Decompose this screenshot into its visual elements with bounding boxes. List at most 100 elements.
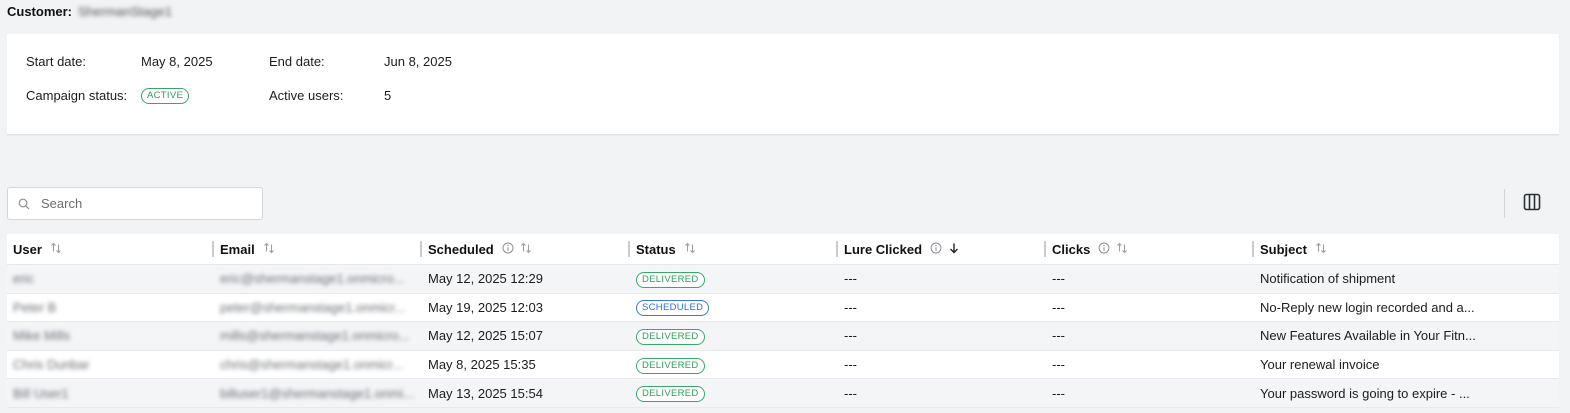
cell-scheduled: May 12, 2025 15:07 [428, 328, 543, 344]
info-icon[interactable] [930, 242, 942, 257]
status-badge: DELIVERED [636, 357, 705, 374]
column-header-label: Clicks [1052, 241, 1091, 257]
column-header-label: User [13, 241, 42, 257]
campaign-status-cell: ACTIVE [141, 86, 269, 104]
search-input[interactable] [41, 196, 251, 211]
sort-icon[interactable] [520, 242, 532, 257]
cell-subject: New Features Available in Your Fitn... [1260, 328, 1476, 344]
cell-scheduled: May 13, 2025 15:54 [428, 385, 543, 401]
status-badge: DELIVERED [636, 386, 705, 403]
start-date-value: May 8, 2025 [141, 54, 213, 69]
sort-icon[interactable] [263, 242, 275, 257]
column-header-label: Scheduled [428, 241, 494, 257]
campaign-status-badge: ACTIVE [141, 88, 190, 104]
cell-user: Bill User1 [13, 385, 69, 401]
cell-subject: Your password is going to expire - ... [1260, 385, 1470, 401]
table-row[interactable]: Mike Mills mills@shermanstage1.onmicro...… [7, 322, 1559, 351]
table-row[interactable]: Chris Dunbar chris@shermanstage1.onmicr..… [7, 351, 1559, 380]
campaign-summary-card: Start date: May 8, 2025 End date: Jun 8,… [7, 34, 1559, 135]
column-header-scheduled[interactable]: Scheduled [422, 234, 630, 264]
cell-lure-clicked: --- [844, 271, 857, 287]
column-header-icons [50, 242, 62, 257]
cell-user: Chris Dunbar [13, 357, 90, 373]
column-header-email[interactable]: Email [214, 234, 422, 264]
customer-label: Customer: [7, 4, 73, 19]
cell-status: DELIVERED [630, 270, 838, 288]
sort-descending-icon[interactable] [948, 242, 960, 257]
cell-scheduled: May 12, 2025 12:29 [428, 271, 543, 287]
column-header-icons [930, 242, 960, 257]
cell-clicks: --- [1052, 299, 1065, 315]
search-box[interactable] [7, 187, 263, 220]
column-header-icons [1098, 242, 1128, 257]
cell-lure-clicked: --- [844, 328, 857, 344]
toolbar-divider [1504, 189, 1505, 218]
column-header-label: Subject [1260, 241, 1307, 257]
search-icon [18, 198, 30, 210]
column-header-label: Email [220, 241, 255, 257]
table-body: eric eric@shermanstage1.onmicro... May 12,… [7, 265, 1559, 408]
info-icon[interactable] [502, 242, 514, 257]
status-badge: SCHEDULED [636, 300, 710, 317]
cell-clicks: --- [1052, 328, 1065, 344]
info-icon[interactable] [1098, 242, 1110, 257]
status-badge: DELIVERED [636, 328, 705, 345]
sort-icon[interactable] [1315, 242, 1327, 257]
cell-lure-clicked: --- [844, 357, 857, 373]
column-header-subject[interactable]: Subject [1254, 234, 1559, 264]
cell-scheduled: May 8, 2025 15:35 [428, 357, 536, 373]
column-header-icons [502, 242, 532, 257]
column-header-user[interactable]: User [7, 234, 214, 264]
cell-email: peter@shermanstage1.onmicr... [220, 299, 406, 315]
cell-subject: Your renewal invoice [1260, 357, 1380, 373]
cell-email: eric@shermanstage1.onmicro... [220, 271, 405, 287]
campaign-results-table: User Email Scheduled Status Lure Clicked Clic… [7, 234, 1559, 408]
summary-row-dates: Start date: May 8, 2025 End date: Jun 8,… [26, 54, 512, 69]
column-header-label: Lure Clicked [844, 241, 923, 257]
start-date-label: Start date: [26, 54, 86, 69]
table-row[interactable]: eric eric@shermanstage1.onmicro... May 12,… [7, 265, 1559, 294]
cell-clicks: --- [1052, 271, 1065, 287]
columns-icon [1523, 193, 1541, 214]
sort-icon[interactable] [50, 242, 62, 257]
cell-status: DELIVERED [630, 327, 838, 345]
end-date-label: End date: [269, 54, 325, 69]
column-header-clicks[interactable]: Clicks [1046, 234, 1254, 264]
cell-clicks: --- [1052, 357, 1065, 373]
cell-email: mills@shermanstage1.onmicro... [220, 328, 410, 344]
cell-status: SCHEDULED [630, 298, 838, 317]
summary-row-status: Campaign status: ACTIVE Active users: 5 [26, 86, 512, 104]
cell-email: chris@shermanstage1.onmicr... [220, 357, 403, 373]
sort-icon[interactable] [684, 242, 696, 257]
active-users-label: Active users: [269, 87, 344, 103]
table-header: User Email Scheduled Status Lure Clicked Clic… [7, 234, 1559, 265]
column-settings-button[interactable] [1520, 193, 1544, 213]
cell-status: DELIVERED [630, 384, 838, 403]
cell-email: billuser1@shermanstage1.onmi... [220, 385, 414, 401]
column-header-status[interactable]: Status [630, 234, 838, 264]
status-badge: DELIVERED [636, 271, 705, 288]
table-row[interactable]: Bill User1 billuser1@shermanstage1.onmi..… [7, 379, 1559, 408]
customer-header: Customer: ShermanStage1 [7, 4, 172, 19]
cell-scheduled: May 19, 2025 12:03 [428, 299, 543, 315]
customer-name: ShermanStage1 [78, 4, 172, 19]
cell-status: DELIVERED [630, 356, 838, 374]
column-header-icons [263, 242, 275, 257]
table-row[interactable]: Peter B peter@shermanstage1.onmicr... May … [7, 294, 1559, 323]
column-header-icons [684, 242, 696, 257]
campaign-status-label: Campaign status: [26, 87, 128, 103]
cell-lure-clicked: --- [844, 385, 857, 401]
sort-icon[interactable] [1116, 242, 1128, 257]
cell-subject: No-Reply new login recorded and a... [1260, 299, 1475, 315]
column-header-lure-clicked[interactable]: Lure Clicked [838, 234, 1046, 264]
cell-user: eric [13, 271, 34, 287]
end-date-value: Jun 8, 2025 [384, 54, 452, 69]
cell-user: Mike Mills [13, 328, 71, 344]
column-header-icons [1315, 242, 1327, 257]
active-users-value: 5 [384, 87, 392, 103]
cell-clicks: --- [1052, 385, 1065, 401]
cell-lure-clicked: --- [844, 299, 857, 315]
cell-subject: Notification of shipment [1260, 271, 1396, 287]
cell-user: Peter B [13, 299, 57, 315]
column-header-label: Status [636, 241, 676, 257]
